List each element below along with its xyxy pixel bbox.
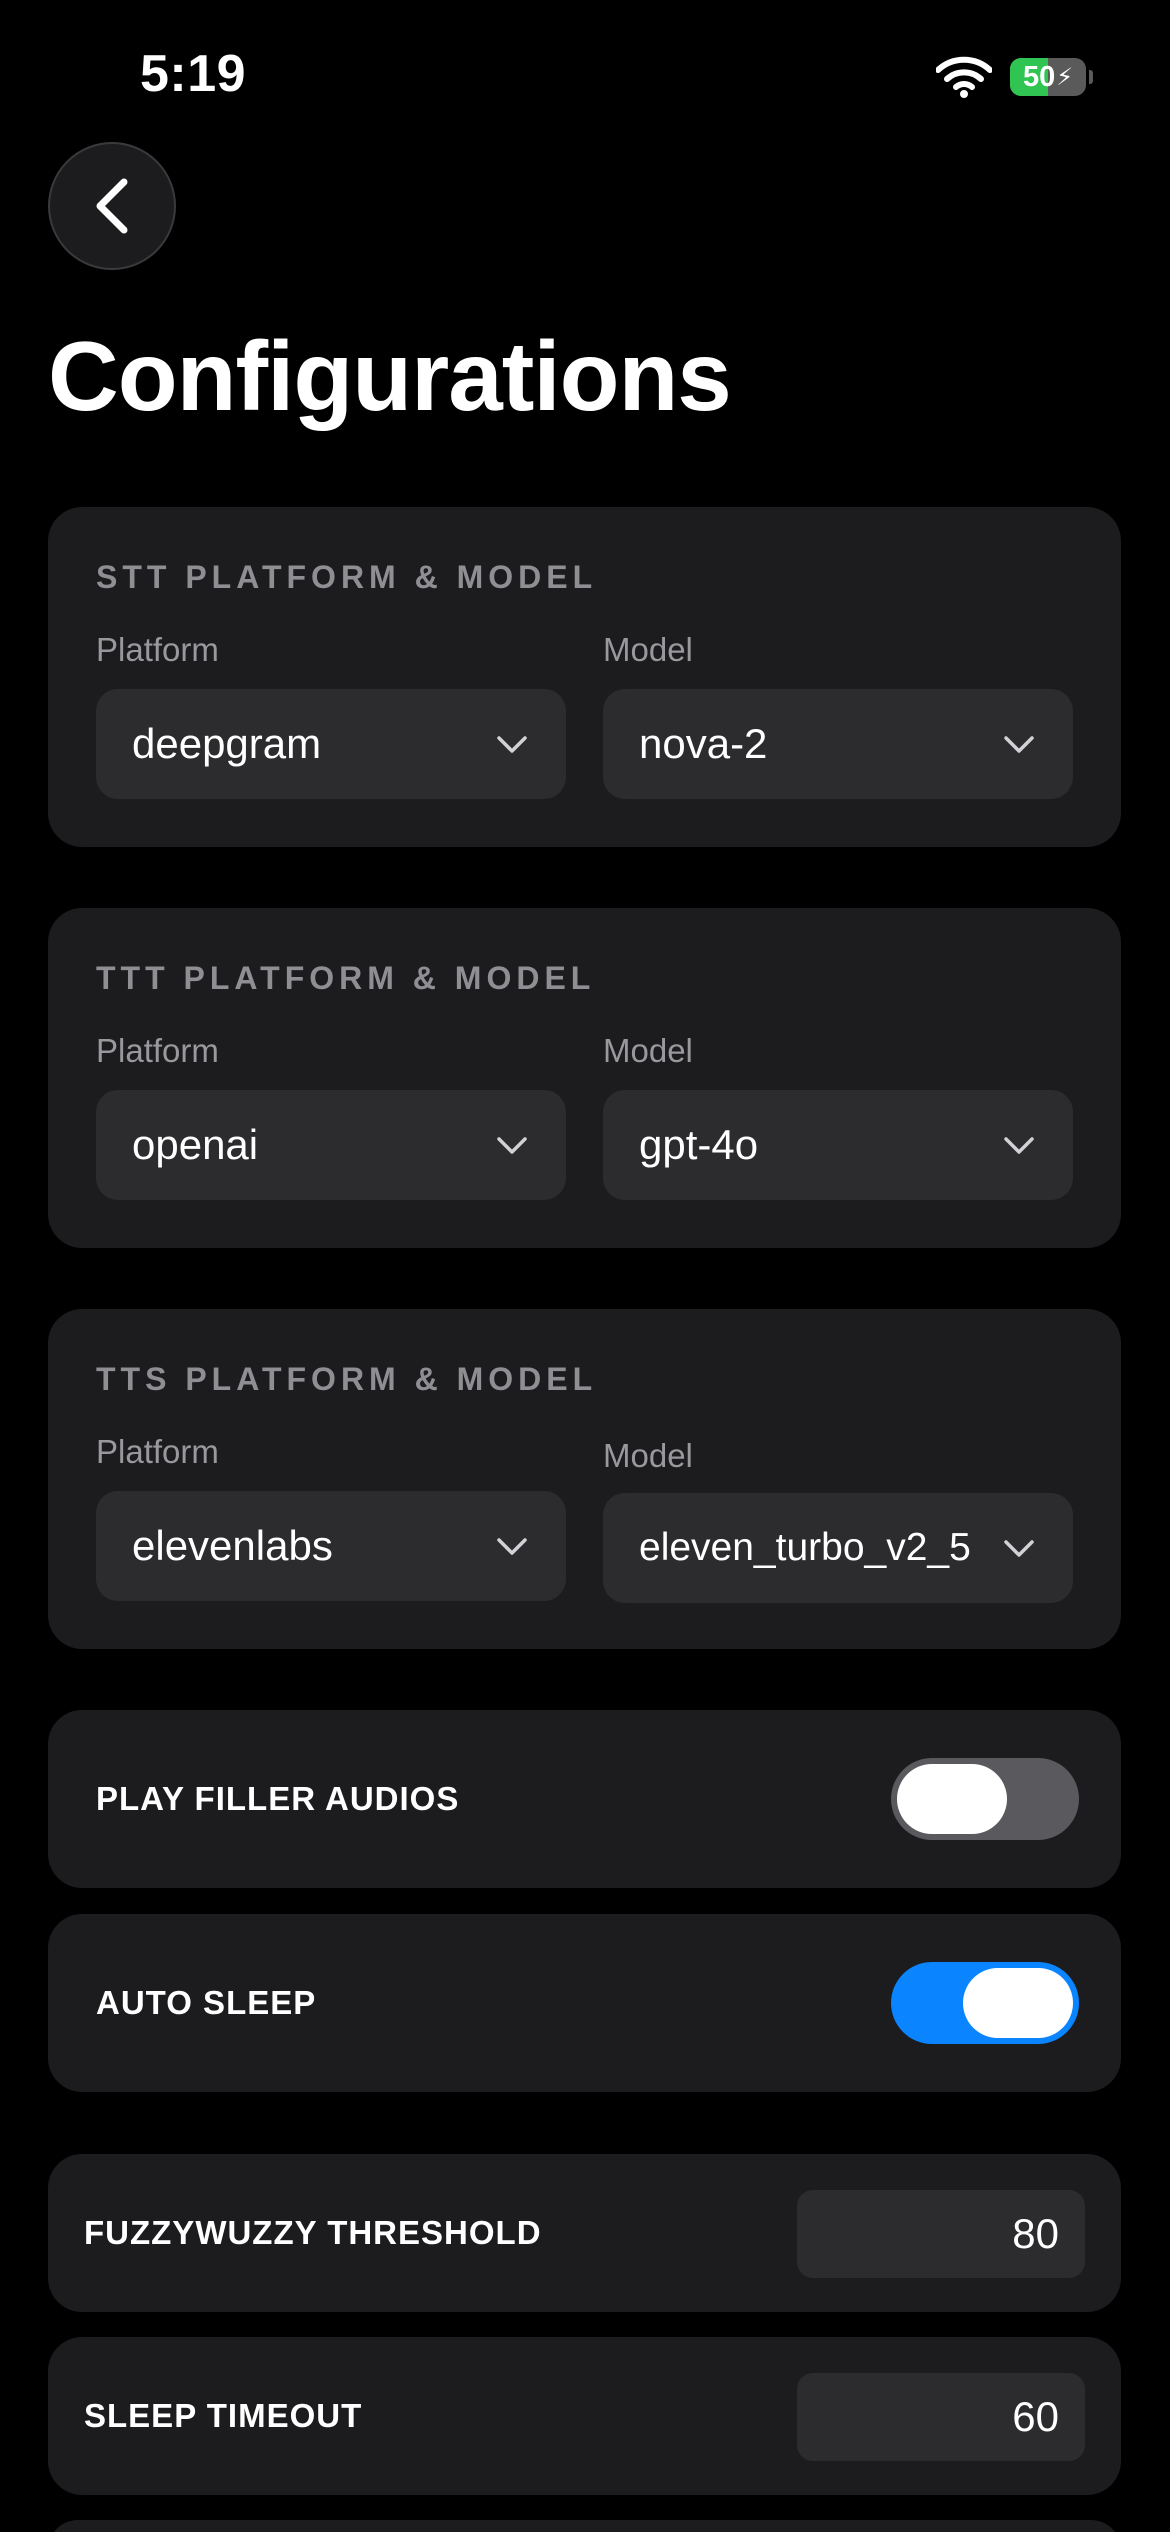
sleep-timeout-input[interactable]: 60	[797, 2373, 1085, 2461]
model-label: Model	[603, 631, 693, 668]
toggle-label: AUTO SLEEP	[96, 1984, 317, 2021]
platform-label: Platform	[96, 1433, 219, 1470]
stt-section-card: STT PLATFORM & MODEL Platform deepgram M…	[48, 507, 1121, 847]
chevron-left-icon	[96, 178, 128, 234]
bolt-icon: ⚡	[1056, 63, 1074, 91]
model-label: Model	[603, 1437, 693, 1474]
select-value: openai	[132, 1121, 259, 1168]
ttt-platform-select[interactable]: openai	[96, 1090, 566, 1200]
chevron-down-icon	[1004, 1137, 1034, 1154]
wifi-icon	[936, 56, 992, 98]
tts-platform-select[interactable]: elevenlabs	[96, 1491, 566, 1601]
configurations-screen: 5:19 50 ⚡ Configurations STT PLATFORM & M…	[0, 0, 1170, 2532]
select-value: eleven_turbo_v2_5	[639, 1526, 971, 1569]
play-filler-audios-row: PLAY FILLER AUDIOS	[48, 1710, 1121, 1888]
select-value: deepgram	[132, 720, 322, 767]
battery-charging-icon: 50 ⚡	[1010, 58, 1086, 96]
toggle-knob	[897, 1764, 1007, 1834]
tts-section-card: TTS PLATFORM & MODEL Platform elevenlabs…	[48, 1309, 1121, 1649]
page-title: Configurations	[48, 321, 732, 431]
tts-model-select[interactable]: eleven_turbo_v2_5	[603, 1493, 1073, 1603]
play-filler-audios-toggle[interactable]	[891, 1758, 1079, 1840]
chevron-down-icon	[1004, 736, 1034, 753]
back-button[interactable]	[48, 142, 176, 270]
toggle-knob	[963, 1968, 1073, 2038]
chevron-down-icon	[497, 736, 527, 753]
auto-sleep-toggle[interactable]	[891, 1962, 1079, 2044]
ttt-section-card: TTT PLATFORM & MODEL Platform openai Mod…	[48, 908, 1121, 1248]
fuzzywuzzy-threshold-input[interactable]: 80	[797, 2190, 1085, 2278]
stt-platform-select[interactable]: deepgram	[96, 689, 566, 799]
ttt-model-select[interactable]: gpt-4o	[603, 1090, 1073, 1200]
next-row-card	[48, 2520, 1121, 2532]
number-label: SLEEP TIMEOUT	[84, 2397, 363, 2434]
chevron-down-icon	[497, 1538, 527, 1555]
fuzzywuzzy-threshold-row: FUZZYWUZZY THRESHOLD 80	[48, 2154, 1121, 2312]
select-value: gpt-4o	[639, 1121, 759, 1168]
section-title: TTT PLATFORM & MODEL	[96, 960, 596, 996]
number-label: FUZZYWUZZY THRESHOLD	[84, 2214, 542, 2251]
auto-sleep-row: AUTO SLEEP	[48, 1914, 1121, 2092]
select-value: nova-2	[639, 720, 768, 767]
platform-label: Platform	[96, 631, 219, 668]
section-title: STT PLATFORM & MODEL	[96, 559, 598, 595]
platform-label: Platform	[96, 1032, 219, 1069]
chevron-down-icon	[1004, 1540, 1034, 1557]
status-time: 5:19	[140, 45, 247, 103]
toggle-label: PLAY FILLER AUDIOS	[96, 1780, 460, 1817]
battery-percent: 50	[1022, 60, 1056, 93]
chevron-down-icon	[497, 1137, 527, 1154]
sleep-timeout-row: SLEEP TIMEOUT 60	[48, 2337, 1121, 2495]
section-title: TTS PLATFORM & MODEL	[96, 1361, 598, 1397]
select-value: elevenlabs	[132, 1522, 333, 1569]
stt-model-select[interactable]: nova-2	[603, 689, 1073, 799]
battery-nub	[1089, 70, 1093, 84]
model-label: Model	[603, 1032, 693, 1069]
